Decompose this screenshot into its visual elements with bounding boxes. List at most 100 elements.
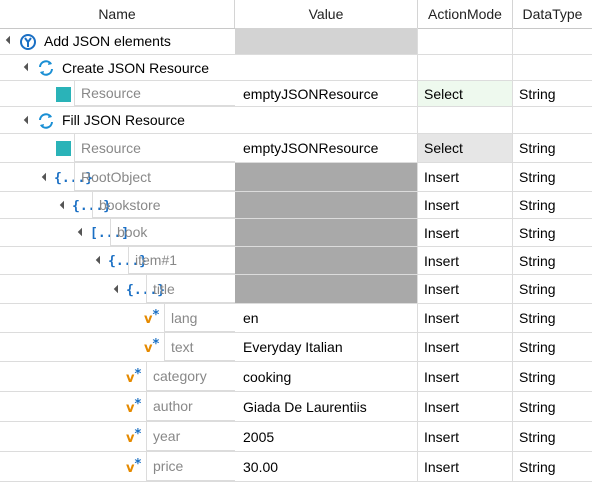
tree-row-fill-json-resource[interactable]: Fill JSON Resource [0, 107, 592, 134]
tree-row-lang[interactable]: v * lang en Insert String [0, 304, 592, 333]
value-cell[interactable] [235, 163, 418, 192]
value-cell[interactable] [235, 192, 418, 219]
data-type-cell[interactable]: String [513, 275, 592, 304]
expand-toggle-icon[interactable] [59, 200, 69, 210]
data-type-cell[interactable]: String [513, 392, 592, 422]
refresh-icon [37, 59, 55, 77]
name-cell: {...} item#1 [0, 247, 235, 275]
tree-row-create-json-resource[interactable]: Create JSON Resource [0, 55, 592, 81]
value-cell[interactable] [235, 28, 418, 55]
action-mode-cell[interactable]: Insert [418, 275, 513, 304]
name-cell: v * author [0, 392, 235, 422]
tree-row-rootobject[interactable]: {...} RootObject Insert String [0, 163, 592, 192]
name-cell: v * category [0, 362, 235, 392]
action-mode-cell[interactable]: Insert [418, 422, 513, 452]
value-cell[interactable]: emptyJSONResource [235, 134, 418, 163]
action-mode-cell[interactable]: Insert [418, 392, 513, 422]
tree-row-price[interactable]: v * price 30.00 Insert String [0, 452, 592, 482]
tree-row-author[interactable]: v * author Giada De Laurentiis Insert Str… [0, 392, 592, 422]
tree-row-category[interactable]: v * category cooking Insert String [0, 362, 592, 392]
value-star-icon: v * [126, 427, 142, 446]
action-mode-cell[interactable]: Select [418, 134, 513, 163]
node-label: Resource [74, 134, 235, 162]
action-mode-cell[interactable]: Insert [418, 219, 513, 247]
tree-row-year[interactable]: v * year 2005 Insert String [0, 422, 592, 452]
data-type-cell[interactable]: String [513, 163, 592, 192]
node-label: RootObject [74, 163, 235, 191]
column-header-name[interactable]: Name [0, 0, 235, 28]
tree-row-resource[interactable]: Resource emptyJSONResource Select String [0, 134, 592, 163]
name-cell: v * price [0, 452, 235, 482]
data-type-cell[interactable]: String [513, 192, 592, 219]
name-cell: [...] book [0, 219, 235, 247]
value-star-icon: v * [126, 397, 142, 416]
name-cell: {...} RootObject [0, 163, 235, 192]
tree-row-add-json-elements[interactable]: Add JSON elements [0, 28, 592, 55]
json-tree-grid: Name Value ActionMode DataType Add JSON … [0, 0, 592, 485]
data-type-cell[interactable]: String [513, 81, 592, 107]
value-cell[interactable] [235, 107, 418, 134]
value-cell[interactable]: Giada De Laurentiis [235, 392, 418, 422]
expand-toggle-icon[interactable] [113, 284, 123, 294]
name-cell: {...} bookstore [0, 192, 235, 219]
tree-row-text[interactable]: v * text Everyday Italian Insert String [0, 333, 592, 362]
teal-square-icon [56, 141, 71, 156]
column-header-value[interactable]: Value [235, 0, 418, 28]
tree-row-book[interactable]: [...] book Insert String [0, 219, 592, 247]
value-cell[interactable]: 2005 [235, 422, 418, 452]
expand-toggle-icon[interactable] [77, 227, 87, 237]
value-star-icon: v * [144, 308, 160, 327]
name-cell: Add JSON elements [0, 28, 235, 55]
expand-toggle-icon[interactable] [41, 172, 51, 182]
expand-toggle-icon[interactable] [95, 255, 105, 265]
tree-row-item-1[interactable]: {...} item#1 Insert String [0, 247, 592, 275]
data-type-cell[interactable]: String [513, 422, 592, 452]
value-cell[interactable] [235, 219, 418, 247]
action-mode-cell[interactable]: Select [418, 81, 513, 107]
action-mode-cell[interactable]: Insert [418, 362, 513, 392]
name-cell: Resource [0, 81, 235, 107]
value-cell[interactable]: 30.00 [235, 452, 418, 482]
action-mode-cell[interactable]: Insert [418, 452, 513, 482]
value-cell[interactable] [235, 247, 418, 275]
action-mode-cell[interactable] [418, 55, 513, 81]
data-type-cell[interactable]: String [513, 134, 592, 163]
value-cell[interactable] [235, 55, 418, 81]
column-header-action-mode[interactable]: ActionMode [418, 0, 513, 28]
tree-row-title[interactable]: {...} title Insert String [0, 275, 592, 304]
data-type-cell[interactable]: String [513, 219, 592, 247]
value-cell[interactable]: en [235, 304, 418, 333]
tree-row-resource[interactable]: Resource emptyJSONResource Select String [0, 81, 592, 107]
data-type-cell[interactable]: String [513, 247, 592, 275]
value-cell[interactable]: Everyday Italian [235, 333, 418, 362]
data-type-cell[interactable] [513, 107, 592, 134]
value-cell[interactable]: cooking [235, 362, 418, 392]
data-type-cell[interactable]: String [513, 304, 592, 333]
data-type-cell[interactable]: String [513, 362, 592, 392]
data-type-cell[interactable] [513, 55, 592, 81]
node-label: item#1 [128, 247, 235, 274]
data-type-cell[interactable]: String [513, 333, 592, 362]
expand-toggle-icon[interactable] [23, 62, 33, 72]
column-header-data-type[interactable]: DataType [513, 0, 592, 28]
data-type-cell[interactable]: String [513, 452, 592, 482]
action-mode-cell[interactable]: Insert [418, 304, 513, 333]
expand-toggle-icon[interactable] [5, 35, 15, 45]
node-label: Fill JSON Resource [62, 112, 185, 128]
name-cell: v * year [0, 422, 235, 452]
action-mode-cell[interactable]: Insert [418, 247, 513, 275]
action-mode-cell[interactable] [418, 28, 513, 55]
action-mode-cell[interactable]: Insert [418, 333, 513, 362]
action-mode-cell[interactable]: Insert [418, 192, 513, 219]
action-mode-cell[interactable] [418, 107, 513, 134]
node-label: year [146, 422, 235, 451]
node-label: bookstore [92, 192, 235, 218]
data-type-cell[interactable] [513, 28, 592, 55]
action-mode-cell[interactable]: Insert [418, 163, 513, 192]
name-cell: v * lang [0, 304, 235, 333]
value-cell[interactable] [235, 275, 418, 304]
node-label: category [146, 362, 235, 391]
value-cell[interactable]: emptyJSONResource [235, 81, 418, 107]
expand-toggle-icon[interactable] [23, 115, 33, 125]
tree-row-bookstore[interactable]: {...} bookstore Insert String [0, 192, 592, 219]
